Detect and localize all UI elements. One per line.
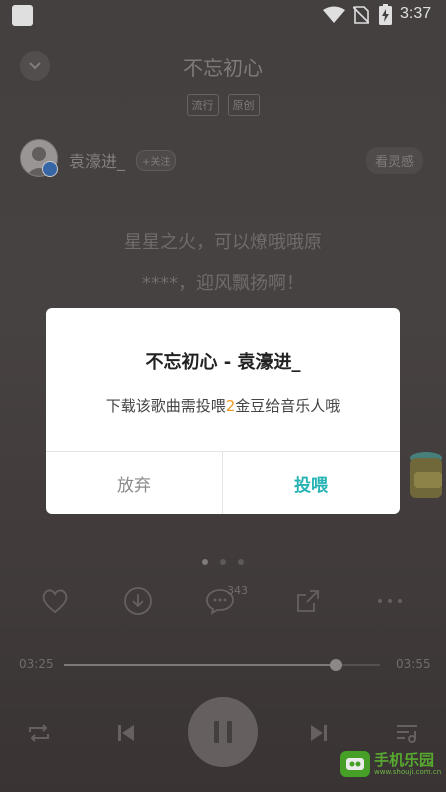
dialog-message-prefix: 下载该歌曲需投喂 — [105, 397, 226, 415]
dialog-title: 不忘初心 - 袁濠进_ — [145, 352, 301, 373]
feed-button[interactable]: 投喂 — [223, 452, 399, 514]
download-dialog: 不忘初心 - 袁濠进_ 下载该歌曲需投喂2金豆给音乐人哦 放弃 投喂 — [46, 308, 400, 514]
cancel-button[interactable]: 放弃 — [46, 452, 222, 514]
gold-bean-count: 2 — [225, 397, 236, 415]
dialog-message-suffix: 金豆给音乐人哦 — [235, 397, 341, 415]
dialog-message: 下载该歌曲需投喂2金豆给音乐人哦 — [46, 395, 400, 416]
